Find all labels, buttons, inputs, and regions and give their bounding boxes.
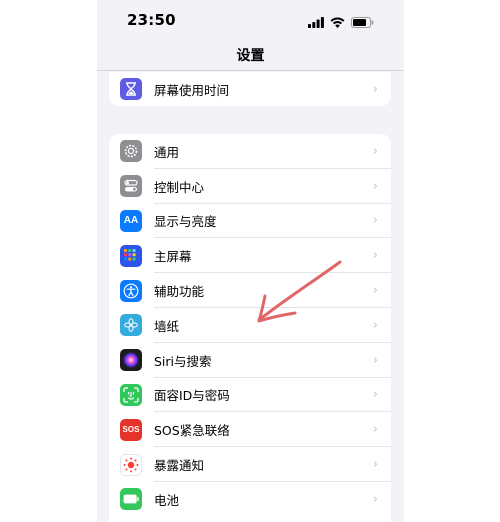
settings-group-general: 通用 › 控制中心 › AA 显示与亮度 › 主屏幕 › 辅助功能 › 墙纸 ›… (109, 134, 391, 522)
app-grid-icon (120, 244, 142, 267)
screen-time-group: 屏幕使用时间 › (109, 72, 391, 106)
exposure-icon (120, 453, 142, 476)
chevron-right-icon: › (372, 283, 378, 299)
settings-item-screen-time[interactable]: 屏幕使用时间 › (109, 72, 391, 106)
settings-item-emergency-sos[interactable]: SOS SOS紧急联络 › (109, 412, 391, 448)
battery-status-icon (351, 13, 374, 32)
settings-item-label: 电池 (154, 492, 180, 508)
chevron-right-icon: › (372, 387, 378, 403)
settings-item-label: 屏幕使用时间 (154, 82, 230, 98)
chevron-right-icon: › (372, 317, 378, 333)
settings-item-face-id[interactable]: 面容ID与密码 › (109, 378, 391, 413)
chevron-right-icon: › (372, 81, 378, 97)
flower-icon (120, 314, 142, 337)
gear-icon (120, 140, 142, 163)
chevron-right-icon: › (372, 352, 378, 368)
settings-screen: 23:50 设置 屏幕使用时间 › 通用 › 控制中心 › AA 显示与亮度 ›… (97, 0, 404, 522)
settings-item-general[interactable]: 通用 › (109, 134, 391, 169)
chevron-right-icon: › (372, 248, 378, 264)
chevron-right-icon: › (372, 213, 378, 229)
settings-item-label: 显示与亮度 (154, 214, 217, 230)
settings-item-label: SOS紧急联络 (154, 423, 230, 439)
settings-item-wallpaper[interactable]: 墙纸 › (109, 308, 391, 343)
chevron-right-icon: › (372, 457, 378, 473)
face-id-icon (120, 383, 142, 406)
settings-item-home-screen[interactable]: 主屏幕 › (109, 238, 391, 274)
toggles-icon (120, 175, 142, 198)
settings-item-label: 主屏幕 (154, 249, 192, 265)
cellular-signal-icon (308, 13, 324, 32)
settings-item-label: 暴露通知 (154, 458, 205, 474)
hourglass-icon (120, 78, 142, 101)
accessibility-icon (120, 279, 142, 302)
settings-item-accessibility[interactable]: 辅助功能 › (109, 273, 391, 308)
battery-icon (120, 488, 142, 511)
settings-item-label: 辅助功能 (154, 284, 205, 300)
settings-item-battery[interactable]: 电池 › (109, 482, 391, 517)
chevron-right-icon: › (372, 422, 378, 438)
chevron-right-icon: › (372, 143, 378, 159)
settings-item-control-center[interactable]: 控制中心 › (109, 169, 391, 204)
page-title: 设置 (236, 48, 265, 64)
sos-icon: SOS (120, 418, 142, 441)
settings-item-siri-search[interactable]: Siri与搜索 › (109, 343, 391, 378)
settings-item-label: 墙纸 (154, 318, 180, 334)
status-time: 23:50 (127, 11, 176, 29)
settings-item-label: Siri与搜索 (154, 353, 212, 369)
settings-item-label: 控制中心 (154, 179, 205, 195)
status-bar: 23:50 (97, 0, 404, 40)
settings-item-display-brightness[interactable]: AA 显示与亮度 › (109, 204, 391, 239)
siri-icon (120, 349, 142, 372)
chevron-right-icon: › (372, 491, 378, 507)
settings-item-label: 面容ID与密码 (154, 388, 230, 404)
chevron-right-icon: › (372, 178, 378, 194)
nav-divider (97, 70, 404, 71)
text-size-icon: AA (120, 209, 142, 232)
settings-item-exposure-notifications[interactable]: 暴露通知 › (109, 447, 391, 482)
settings-item-label: 通用 (154, 144, 180, 160)
wifi-icon (330, 13, 345, 32)
